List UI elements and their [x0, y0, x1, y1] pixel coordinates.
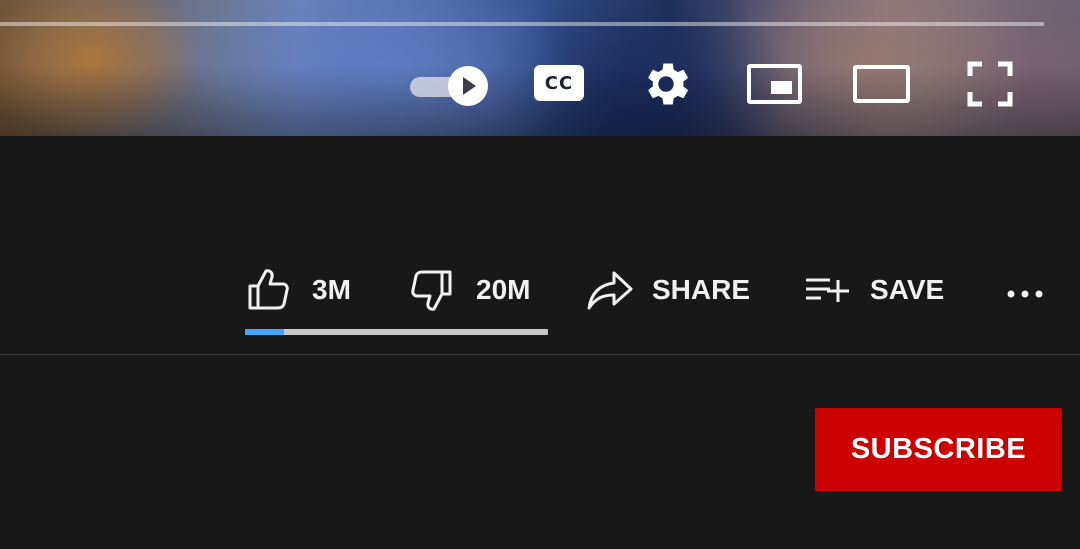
- miniplayer-button[interactable]: [744, 60, 806, 108]
- dislike-button[interactable]: 20M: [408, 266, 530, 314]
- video-player[interactable]: CC: [0, 0, 1080, 136]
- fullscreen-icon: [967, 61, 1013, 107]
- settings-button[interactable]: [638, 56, 694, 112]
- autoplay-toggle-icon: [448, 66, 488, 106]
- share-arrow-icon: [587, 271, 633, 310]
- share-button[interactable]: SHARE: [586, 266, 750, 314]
- playlist-add-icon: [806, 278, 849, 302]
- more-horizontal-icon: [1007, 290, 1043, 298]
- dislike-count: 20M: [476, 274, 531, 305]
- closed-captions-icon: CC: [534, 65, 584, 101]
- theater-mode-icon: [853, 65, 910, 103]
- captions-button[interactable]: CC: [530, 61, 588, 107]
- video-page: CC 3M 20M SHARE SAVE SUBSCRIBE: [0, 0, 1080, 549]
- like-ratio-fill: [245, 329, 285, 335]
- miniplayer-icon: [747, 64, 802, 104]
- thumbs-up-icon: [248, 269, 289, 310]
- video-progress-bar[interactable]: [0, 22, 1044, 26]
- thumbs-down-icon: [411, 270, 452, 311]
- like-count: 3M: [312, 274, 351, 305]
- like-dislike-ratio-bar: [245, 329, 548, 335]
- save-button[interactable]: SAVE: [804, 266, 944, 314]
- save-label: SAVE: [870, 274, 945, 305]
- fullscreen-button[interactable]: [962, 56, 1018, 112]
- subscribe-button[interactable]: SUBSCRIBE: [815, 408, 1062, 491]
- theater-mode-button[interactable]: [850, 60, 914, 108]
- section-divider: [0, 354, 1080, 355]
- autoplay-toggle[interactable]: [406, 63, 488, 107]
- gear-icon: [648, 63, 689, 105]
- like-button[interactable]: 3M: [244, 266, 351, 314]
- share-label: SHARE: [652, 274, 751, 305]
- more-actions-button[interactable]: [1000, 270, 1050, 314]
